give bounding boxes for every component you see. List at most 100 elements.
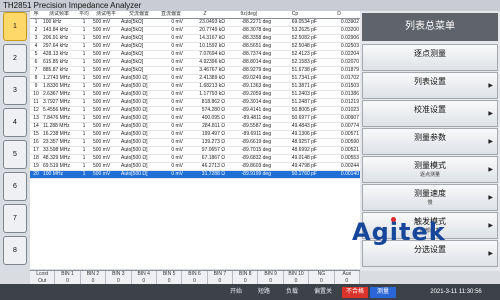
bin-cell: BIN 70 <box>208 271 234 285</box>
table-row[interactable]: 17 33.598 MHz 1 500 mV Auto[500 Ω] 0 mV 97.065… <box>30 146 360 155</box>
short-indicator[interactable]: 短路 <box>251 287 277 298</box>
table-cell: 500 mV <box>92 50 120 59</box>
table-cell: 7.07694 kΩ <box>184 50 226 59</box>
status-bar: 开始 短路 负载 偏置关 不合格 测量 2021-3-11 11:30:56 <box>0 284 500 300</box>
table-row[interactable]: 1 100 kHz 1 500 mV Auto[5kΩ] 0 mV 23.0493 kΩ -8… <box>30 18 360 27</box>
table-cell: 1 <box>76 154 92 163</box>
tab-6[interactable]: 6 <box>3 172 27 201</box>
menu-button[interactable]: 测量参数 ▶ <box>362 128 498 155</box>
table-cell: 574.280 Ω <box>184 106 226 115</box>
bin-label: BIN 8 <box>238 271 252 277</box>
table-cell: -89.6619 deg <box>226 138 272 147</box>
table-cell: Auto[500 Ω] <box>120 170 158 179</box>
table-cell: 615.85 kHz <box>42 58 76 67</box>
table-cell: Auto[500 Ω] <box>120 98 158 107</box>
menu-button-label: 校准设置 <box>414 105 446 114</box>
column-header: 序 <box>30 11 42 19</box>
load-indicator[interactable]: 负载 <box>279 287 305 298</box>
table-cell: 18 <box>30 154 42 163</box>
table-row[interactable]: 3 206.91 kHz 1 500 mV Auto[5kΩ] 0 mV 14.3167 k… <box>30 34 360 43</box>
table-cell: 50.8005 pF <box>272 106 318 115</box>
menu-button[interactable]: 测量模式 逐点测量 ▶ <box>362 156 498 183</box>
table-row[interactable]: 4 297.64 kHz 1 500 mV Auto[5kΩ] 0 mV 10.1592 k… <box>30 42 360 51</box>
table-cell: 0 mV <box>158 66 184 75</box>
table-cell: 0.02204 <box>318 50 360 59</box>
menu-button[interactable]: 测量速度慢 ▶ <box>362 184 498 211</box>
table-cell: 428.13 kHz <box>42 50 76 59</box>
menu-button[interactable]: 校准设置 ▶ <box>362 100 498 127</box>
column-header: θz(deg) <box>226 11 272 19</box>
table-cell: 7.8476 MHz <box>42 114 76 123</box>
table-cell: 0.01386 <box>318 90 360 99</box>
table-row[interactable]: 18 48.329 MHz 1 500 mV Auto[500 Ω] 0 mV 67.186… <box>30 154 360 163</box>
table-cell: 49.0148 pF <box>272 154 318 163</box>
tab-3[interactable]: 3 <box>3 76 27 105</box>
table-cell: Auto[500 Ω] <box>120 90 158 99</box>
table-cell: 1 <box>76 106 92 115</box>
tab-2[interactable]: 2 <box>3 44 27 73</box>
tab-8[interactable]: 8 <box>3 236 27 265</box>
table-cell: Auto[5kΩ] <box>120 58 158 67</box>
table-cell: 1.17793 kΩ <box>184 90 226 99</box>
bin-label: BIN 5 <box>162 271 176 277</box>
table-cell: 500 mV <box>92 106 120 115</box>
table-cell: 100 MHz <box>42 170 76 179</box>
table-cell: Auto[500 Ω] <box>120 162 158 171</box>
table-cell: 199.497 Ω <box>184 130 226 139</box>
start-indicator[interactable]: 开始 <box>223 287 249 298</box>
table-row[interactable]: 12 5.4556 MHz 1 500 mV Auto[500 Ω] 0 mV 574.28… <box>30 106 360 115</box>
bias-off-indicator[interactable]: 偏置关 <box>307 287 339 298</box>
table-row[interactable]: 7 885.87 kHz 1 500 mV Auto[5kΩ] 0 mV 3.46767 k… <box>30 66 360 75</box>
chevron-right-icon: ▶ <box>488 195 493 201</box>
table-cell: 52.5082 pF <box>272 34 318 43</box>
table-row[interactable]: 14 11.288 MHz 1 500 mV Auto[500 Ω] 0 mV 284.81… <box>30 122 360 131</box>
table-cell: 12 <box>30 106 42 115</box>
menu-button[interactable]: 列表设置 ▶ <box>362 72 498 99</box>
table-cell: 1 <box>76 42 92 51</box>
table-cell: 0.00571 <box>318 130 360 139</box>
table-cell: -89.6832 deg <box>226 154 272 163</box>
tab-1[interactable]: 1 <box>3 12 27 41</box>
table-cell: 14 <box>30 122 42 131</box>
table-row[interactable]: 15 16.238 MHz 1 500 mV Auto[500 Ω] 0 mV 199.49… <box>30 130 360 139</box>
table-row[interactable]: 13 7.8476 MHz 1 500 mV Auto[500 Ω] 0 mV 400.09… <box>30 114 360 123</box>
table-cell: 0 mV <box>158 130 184 139</box>
menu-button[interactable]: 逐点测量 <box>362 44 498 71</box>
table-cell: 1 <box>76 26 92 35</box>
table-cell: -89.8603 deg <box>226 162 272 171</box>
table-cell: 0.00140 <box>318 170 360 179</box>
table-row[interactable]: 5 428.13 kHz 1 500 mV Auto[5kΩ] 0 mV 7.07694 k… <box>30 50 360 59</box>
bin-cell: Aux 0 <box>335 271 360 285</box>
table-row[interactable]: 10 2.6367 MHz 1 500 mV Auto[500 Ω] 0 mV 1.1779… <box>30 90 360 99</box>
table-row[interactable]: 2 143.84 kHz 1 500 mV Auto[5kΩ] 0 mV 20.7749 k… <box>30 26 360 35</box>
table-row[interactable]: 19 69.519 MHz 1 500 mV Auto[500 Ω] 0 mV 46.271… <box>30 162 360 171</box>
table-row[interactable]: 20 100 MHz 1 500 mV Auto[500 Ω] 0 mV 31.7288 Ω… <box>30 170 360 179</box>
table-cell: 0 mV <box>158 34 184 43</box>
table-cell: 1 <box>76 34 92 43</box>
table-cell: 49.1306 pF <box>272 130 318 139</box>
table-cell: Auto[5kΩ] <box>120 18 158 27</box>
table-cell: 51.6738 pF <box>272 66 318 75</box>
table-cell: 33.598 MHz <box>42 146 76 155</box>
table-row[interactable]: 11 3.7927 MHz 1 500 mV Auto[500 Ω] 0 mV 818.86… <box>30 98 360 107</box>
tab-5[interactable]: 5 <box>3 140 27 169</box>
table-cell: 139.273 Ω <box>184 138 226 147</box>
table-cell: Auto[500 Ω] <box>120 122 158 131</box>
table-row[interactable]: 16 23.357 MHz 1 500 mV Auto[500 Ω] 0 mV 139.27… <box>30 138 360 147</box>
table-cell: 500 mV <box>92 154 120 163</box>
table-row[interactable]: 9 1.8330 MHz 1 500 mV Auto[500 Ω] 0 mV 1.68213… <box>30 82 360 91</box>
table-cell: 500 mV <box>92 42 120 51</box>
table-row[interactable]: 8 1.2743 MHz 1 500 mV Auto[500 Ω] 0 mV 2.41389… <box>30 74 360 83</box>
table-cell: 3 <box>30 34 42 43</box>
table-row[interactable]: 6 615.85 kHz 1 500 mV Auto[5kΩ] 0 mV 4.92396 k… <box>30 58 360 67</box>
tab-7[interactable]: 7 <box>3 204 27 233</box>
table-cell: 1 <box>30 18 42 27</box>
table-cell: 0 mV <box>158 138 184 147</box>
table-cell: 500 mV <box>92 162 120 171</box>
table-cell: 15 <box>30 130 42 139</box>
tab-4[interactable]: 4 <box>3 108 27 137</box>
table-cell: 51.3871 pF <box>272 82 318 91</box>
column-header: D <box>318 11 360 19</box>
bin-label: NG <box>317 271 326 277</box>
table-cell: 6 <box>30 58 42 67</box>
